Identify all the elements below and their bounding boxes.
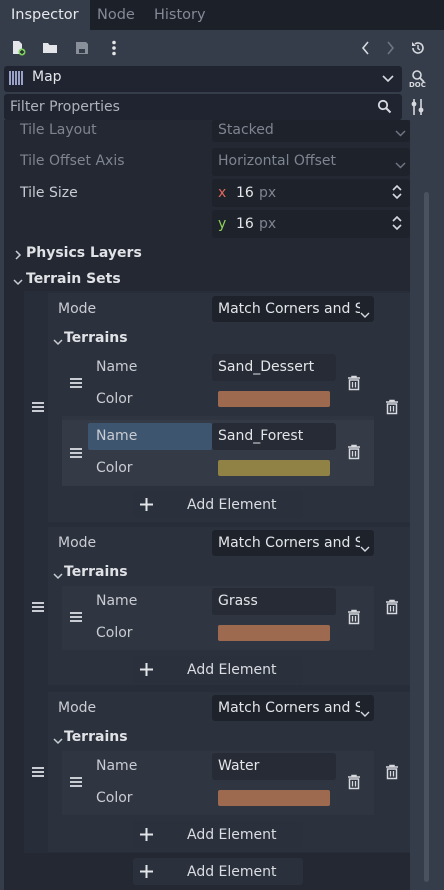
color-swatch[interactable] xyxy=(218,790,330,806)
chevron-down-icon xyxy=(360,307,370,323)
plus-icon xyxy=(139,497,154,516)
doc-label: DOC xyxy=(409,81,426,89)
scrollbar[interactable] xyxy=(424,192,429,882)
axis-y-label: y xyxy=(218,216,227,232)
tile-size-y-value: 16 xyxy=(236,216,254,232)
chevron-right-icon[interactable] xyxy=(14,248,22,264)
tile-size-x-value: 16 xyxy=(236,185,254,201)
mode-value: Match Corners and Sid xyxy=(218,535,360,551)
add-element-label: Add Element xyxy=(187,827,277,843)
save-icon[interactable] xyxy=(71,37,93,59)
terrains-section[interactable]: Terrains xyxy=(64,729,128,745)
more-vertical-icon[interactable] xyxy=(103,37,125,59)
color-label: Color xyxy=(96,625,133,641)
tile-size-label: Tile Size xyxy=(20,185,78,201)
mode-label: Mode xyxy=(58,700,97,716)
chevron-down-icon xyxy=(395,158,406,174)
drag-handle-icon[interactable] xyxy=(70,448,82,458)
mode-label: Mode xyxy=(58,301,97,317)
tab-inspector[interactable]: Inspector xyxy=(0,0,90,30)
chevron-down-icon[interactable] xyxy=(53,568,63,584)
color-label: Color xyxy=(96,790,133,806)
name-label: Name xyxy=(96,428,138,444)
delete-icon[interactable] xyxy=(346,774,362,794)
tile-size-x-unit: px xyxy=(259,185,277,201)
drag-handle-icon[interactable] xyxy=(32,767,44,777)
terrain-sets-section[interactable]: Terrain Sets xyxy=(26,271,121,287)
property-tools-icon[interactable] xyxy=(410,98,426,120)
name-value: Grass xyxy=(218,593,258,609)
chevron-down-icon[interactable] xyxy=(13,274,23,290)
name-label: Name xyxy=(96,758,138,774)
chevron-down-icon xyxy=(360,706,370,722)
history-icon[interactable] xyxy=(407,37,429,59)
tilemap-icon xyxy=(9,71,23,85)
delete-icon[interactable] xyxy=(384,599,400,619)
tab-node[interactable]: Node xyxy=(86,0,146,30)
name-value: Sand_Dessert xyxy=(218,359,315,375)
chevron-down-icon[interactable] xyxy=(53,334,63,350)
chevron-down-icon xyxy=(360,541,370,557)
object-selector[interactable] xyxy=(4,66,402,92)
object-name: Map xyxy=(32,69,62,85)
tile-layout-value: Stacked xyxy=(218,122,274,138)
plus-icon xyxy=(139,864,154,883)
terrains-section[interactable]: Terrains xyxy=(64,330,128,346)
delete-icon[interactable] xyxy=(346,375,362,395)
tile-layout-label: Tile Layout xyxy=(20,122,97,138)
add-element-label: Add Element xyxy=(187,662,277,678)
tab-history[interactable]: History xyxy=(143,0,217,30)
add-element-label: Add Element xyxy=(187,864,277,880)
name-label: Name xyxy=(96,359,138,375)
mode-value: Match Corners and Sid xyxy=(218,301,360,317)
chevron-right-icon[interactable] xyxy=(379,37,401,59)
delete-icon[interactable] xyxy=(384,764,400,784)
chevron-down-icon[interactable] xyxy=(53,733,63,749)
chevron-left-icon[interactable] xyxy=(355,37,377,59)
color-label: Color xyxy=(96,460,133,476)
plus-icon xyxy=(139,662,154,681)
color-swatch[interactable] xyxy=(218,625,330,641)
new-resource-icon[interactable] xyxy=(7,37,29,59)
drag-handle-icon[interactable] xyxy=(32,402,44,412)
name-value: Sand_Forest xyxy=(218,428,304,444)
color-label: Color xyxy=(96,391,133,407)
delete-icon[interactable] xyxy=(346,609,362,629)
drag-handle-icon[interactable] xyxy=(70,378,82,388)
name-label: Name xyxy=(96,593,138,609)
spinner-icon[interactable] xyxy=(391,184,403,204)
axis-x-label: x xyxy=(218,185,227,201)
color-swatch[interactable] xyxy=(218,391,330,407)
open-folder-icon[interactable] xyxy=(39,37,61,59)
search-icon xyxy=(377,99,392,118)
tile-size-y-unit: px xyxy=(259,216,277,232)
color-swatch[interactable] xyxy=(218,460,330,476)
inspector-toolbar xyxy=(0,30,444,64)
tile-offset-axis-label: Tile Offset Axis xyxy=(20,153,125,169)
drag-handle-icon[interactable] xyxy=(32,602,44,612)
delete-icon[interactable] xyxy=(346,444,362,464)
filter-placeholder: Filter Properties xyxy=(10,99,120,115)
doc-icon[interactable]: DOC xyxy=(408,68,430,90)
add-element-label: Add Element xyxy=(187,497,277,513)
delete-icon[interactable] xyxy=(384,399,400,419)
drag-handle-icon[interactable] xyxy=(70,612,82,622)
spinner-icon[interactable] xyxy=(391,215,403,235)
terrains-section[interactable]: Terrains xyxy=(64,564,128,580)
mode-label: Mode xyxy=(58,535,97,551)
name-value: Water xyxy=(218,758,260,774)
chevron-down-icon xyxy=(395,126,406,142)
chevron-down-icon[interactable] xyxy=(382,72,394,88)
physics-layers-section[interactable]: Physics Layers xyxy=(26,245,142,261)
tile-offset-axis-value: Horizontal Offset xyxy=(218,153,336,169)
drag-handle-icon[interactable] xyxy=(70,777,82,787)
mode-value: Match Corners and Sid xyxy=(218,700,360,716)
plus-icon xyxy=(139,827,154,846)
